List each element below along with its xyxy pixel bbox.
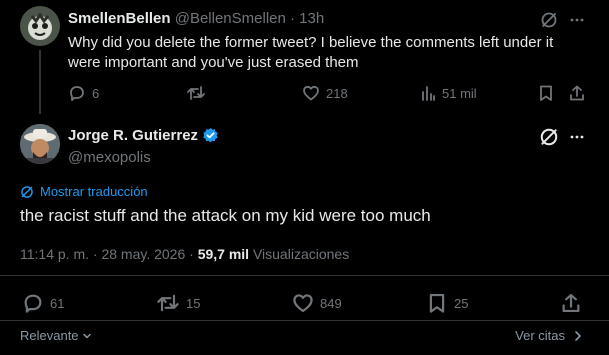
tweet-metadata: 11:14 p. m. · 28 may. 2026 · 59,7 mil Vi…: [20, 246, 349, 262]
tweet-views-count: 59,7 mil: [197, 246, 250, 262]
view-quotes-label: Ver citas: [515, 328, 565, 343]
more-options-icon[interactable]: [568, 128, 586, 146]
reply-views-count: 51 mil: [442, 85, 477, 101]
divider: [0, 275, 609, 276]
main-tweet-text: the racist stuff and the attack on my ki…: [20, 206, 431, 225]
avatar-photo-icon: [20, 124, 60, 164]
reply-time[interactable]: · 13h: [290, 10, 324, 27]
sort-label: Relevante: [20, 328, 79, 343]
reply-avatar[interactable]: [20, 6, 60, 46]
share-icon: [562, 293, 580, 313]
share-icon: [570, 85, 584, 101]
more-options-icon[interactable]: [568, 11, 586, 29]
reply-repost-button[interactable]: [186, 84, 206, 102]
main-avatar[interactable]: [20, 124, 60, 164]
reply-like-count: 218: [326, 85, 348, 101]
main-share-button[interactable]: [560, 292, 582, 314]
main-author[interactable]: Jorge R. Gutierrez: [68, 127, 219, 144]
bookmark-icon: [429, 293, 445, 313]
main-like-count: 849: [320, 295, 342, 311]
main-reply-button[interactable]: 61: [22, 292, 64, 314]
reply-views-button[interactable]: 51 mil: [420, 84, 477, 102]
heart-icon: [303, 85, 319, 101]
views-icon: [422, 86, 435, 101]
bookmark-icon: [540, 85, 552, 101]
show-translation-link[interactable]: Mostrar traducción: [20, 184, 148, 199]
tweet-views-label: Visualizaciones: [252, 246, 350, 262]
heart-icon: [293, 294, 313, 313]
reply-author-handle[interactable]: @BellenSmellen: [175, 10, 286, 27]
main-author-name[interactable]: Jorge R. Gutierrez: [68, 127, 198, 144]
reply-author-name[interactable]: SmellenBellen: [68, 10, 171, 27]
main-bookmark-count: 25: [454, 295, 469, 311]
main-repost-button[interactable]: 15: [156, 292, 200, 314]
repost-icon: [157, 294, 179, 312]
reply-bookmark-button[interactable]: [537, 84, 555, 102]
reply-share-button[interactable]: [568, 84, 586, 102]
divider: [0, 320, 609, 321]
reply-reply-button[interactable]: 6: [68, 84, 99, 102]
verified-badge-icon: [203, 127, 218, 143]
reply-header: SmellenBellen @BellenSmellen · 13h: [68, 10, 324, 27]
tweet-timestamp[interactable]: 11:14 p. m. · 28 may. 2026 ·: [20, 246, 194, 262]
main-reply-count: 61: [50, 295, 65, 311]
reply-icon: [24, 294, 42, 313]
grok-icon[interactable]: [539, 127, 559, 147]
thread-line: [39, 50, 41, 114]
main-author-handle[interactable]: @mexopolis: [68, 149, 151, 166]
main-like-button[interactable]: 849: [292, 292, 342, 314]
translate-icon: [21, 185, 33, 198]
view-quotes-link[interactable]: Ver citas: [515, 328, 585, 343]
chevron-down-icon: [82, 333, 91, 338]
avatar-illustration-icon: [20, 6, 60, 46]
reply-like-button[interactable]: 218: [302, 84, 348, 102]
main-bookmark-button[interactable]: 25: [426, 292, 468, 314]
sort-replies-dropdown[interactable]: Relevante: [20, 328, 93, 343]
repost-icon: [187, 86, 205, 100]
reply-icon: [70, 86, 84, 101]
reply-text: Why did you delete the former tweet? I b…: [68, 34, 554, 71]
main-repost-count: 15: [186, 295, 201, 311]
show-translation-label: Mostrar traducción: [40, 184, 148, 199]
chevron-right-icon: [575, 330, 581, 341]
grok-icon[interactable]: [540, 11, 558, 29]
reply-reply-count: 6: [92, 85, 100, 101]
